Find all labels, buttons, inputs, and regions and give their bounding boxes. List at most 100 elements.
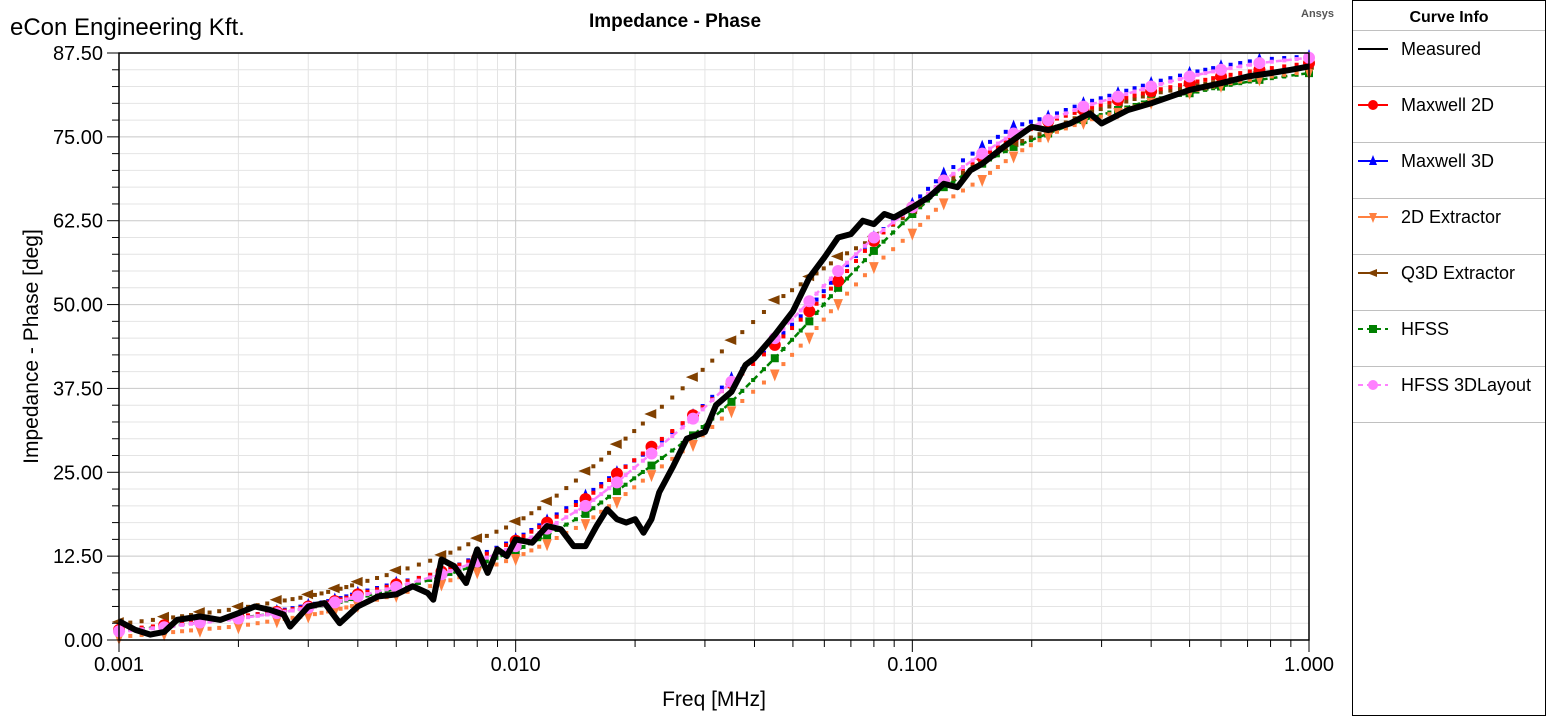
series-dot-2d-extractor: [246, 622, 251, 627]
legend-symbol-circle-icon: [1358, 380, 1388, 390]
y-tick-label: 25.00: [53, 462, 103, 484]
series-marker-hfss-3dlayout: [351, 590, 364, 603]
series-marker-q3d-extractor: [470, 533, 483, 543]
y-tick-label: 50.00: [53, 295, 103, 317]
series-marker-2d-extractor: [726, 406, 737, 419]
series-dot-2d-extractor: [171, 630, 176, 635]
series-marker-2d-extractor: [688, 439, 698, 452]
series-dot-2d-extractor: [537, 544, 542, 549]
series-dot-2d-extractor: [988, 170, 993, 175]
series-dot-q3d-extractor: [632, 429, 637, 434]
series-marker-2d-extractor: [907, 228, 918, 241]
legend-item-hfss[interactable]: HFSS: [1353, 311, 1545, 367]
series-marker-2d-extractor: [542, 539, 552, 552]
series-dot-2d-extractor: [821, 317, 826, 322]
legend-item-measured[interactable]: Measured: [1353, 31, 1545, 87]
series-marker-2d-extractor: [510, 553, 521, 566]
series-dot-maxwell-2d: [564, 508, 569, 513]
series-dot-hfss: [862, 258, 867, 263]
series-dot-2d-extractor: [448, 578, 453, 583]
legend-item-maxwell-2d[interactable]: Maxwell 2D: [1353, 87, 1545, 143]
legend-symbol-triangle-up-icon: [1358, 155, 1388, 165]
series-dot-hfss-3dlayout: [862, 243, 867, 248]
series-dot-maxwell-2d: [484, 551, 489, 556]
series-dot-maxwell-2d: [607, 478, 612, 483]
series-dot-hfss-3dlayout: [988, 146, 993, 151]
y-tick-label: 12.50: [53, 546, 103, 568]
series-dot-hfss: [821, 302, 826, 307]
series-dot-maxwell-3d: [960, 158, 965, 163]
series-dot-q3d-extractor: [494, 529, 499, 534]
series-marker-hfss: [647, 461, 656, 470]
x-tick-labels: 0.001 0.010 0.100 1.000: [94, 654, 1334, 676]
series-marker-2d-extractor: [869, 262, 879, 275]
series-dot-2d-extractor: [632, 485, 637, 490]
series-dot-maxwell-2d: [1211, 76, 1216, 81]
series-dot-maxwell-2d: [659, 436, 664, 441]
series-dot-2d-extractor: [207, 626, 212, 631]
series-dot-hfss-3dlayout: [623, 473, 628, 478]
series-dot-q3d-extractor: [700, 367, 705, 372]
series-dot-maxwell-2d: [862, 248, 867, 253]
series-dot-hfss-3dlayout: [1269, 59, 1274, 64]
series-dot-2d-extractor: [761, 380, 766, 385]
series-dot-q3d-extractor: [680, 386, 685, 391]
series-dot-hfss-3dlayout: [180, 622, 185, 627]
series-dot-hfss-3dlayout: [670, 434, 675, 439]
series-dot-2d-extractor: [854, 282, 859, 287]
y-axis-label: Impedance - Phase [deg]: [20, 229, 43, 464]
series-dot-2d-extractor: [960, 188, 965, 193]
series-dot-2d-extractor: [951, 194, 956, 199]
series-dot-hfss-3dlayout: [1132, 89, 1137, 94]
series-dot-maxwell-3d: [995, 134, 1000, 139]
chart-area: 0.0012.5025.0037.5050.0062.5075.0087.50 …: [20, 43, 1334, 711]
series-dot-hfss-3dlayout: [1247, 62, 1252, 67]
series-dot-hfss: [564, 522, 569, 527]
series-dot-2d-extractor: [428, 584, 433, 589]
series-dot-maxwell-2d: [1247, 69, 1252, 74]
series-dot-2d-extractor: [344, 605, 349, 610]
series-dot-q3d-extractor: [710, 358, 715, 363]
legend-item-q3d-extractor[interactable]: Q3D Extractor: [1353, 255, 1545, 311]
series-dot-q3d-extractor: [312, 592, 317, 597]
series-maxwell-2d: [113, 57, 1315, 636]
series-dot-2d-extractor: [918, 222, 923, 227]
series-dot-hfss-3dlayout: [564, 515, 569, 520]
series-dot-hfss-3dlayout: [1072, 108, 1077, 113]
y-tick-label: 0.00: [64, 630, 103, 652]
legend-item-maxwell-3d[interactable]: Maxwell 3D: [1353, 143, 1545, 199]
series-dot-maxwell-2d: [1132, 93, 1137, 98]
series-dot-hfss: [521, 544, 526, 549]
series-dot-hfss: [670, 448, 675, 453]
series-dot-maxwell-2d: [845, 269, 850, 274]
series-dot-q3d-extractor: [365, 578, 370, 583]
series-marker-hfss-3dlayout: [1183, 70, 1196, 83]
series-dot-hfss-3dlayout: [344, 597, 349, 602]
legend-label: Measured: [1401, 39, 1482, 59]
series-dot-maxwell-2d: [623, 464, 628, 469]
series-dot-2d-extractor: [798, 343, 803, 348]
series-dot-q3d-extractor: [591, 464, 596, 469]
series-marker-hfss-3dlayout: [1215, 63, 1227, 76]
series-dot-maxwell-2d: [821, 294, 826, 299]
series-dot-maxwell-2d: [680, 421, 685, 426]
series-dot-2d-extractor: [891, 247, 896, 252]
series-dot-hfss-3dlayout: [1211, 69, 1216, 74]
series-dot-q3d-extractor: [226, 607, 231, 612]
series-dot-2d-extractor: [504, 559, 509, 564]
series-dot-maxwell-2d: [781, 334, 786, 339]
legend-item-hfss-3dlayout[interactable]: HFSS 3DLayout: [1353, 367, 1545, 423]
series-dot-hfss-3dlayout: [290, 608, 295, 613]
y-tick-label: 87.50: [53, 43, 103, 65]
legend-title: Curve Info: [1353, 1, 1545, 31]
legend-item-2d-extractor[interactable]: 2D Extractor: [1353, 199, 1545, 255]
series-dot-maxwell-2d: [591, 490, 596, 495]
series-dot-2d-extractor: [521, 552, 526, 557]
series-dot-q3d-extractor: [428, 558, 433, 563]
series-dot-maxwell-3d: [926, 186, 931, 191]
series-dot-hfss-3dlayout: [700, 407, 705, 412]
series-marker-2d-extractor: [612, 496, 622, 509]
series-marker-hfss: [727, 397, 736, 406]
series-dot-hfss-3dlayout: [1098, 99, 1103, 104]
series-dot-hfss-3dlayout: [428, 575, 433, 580]
